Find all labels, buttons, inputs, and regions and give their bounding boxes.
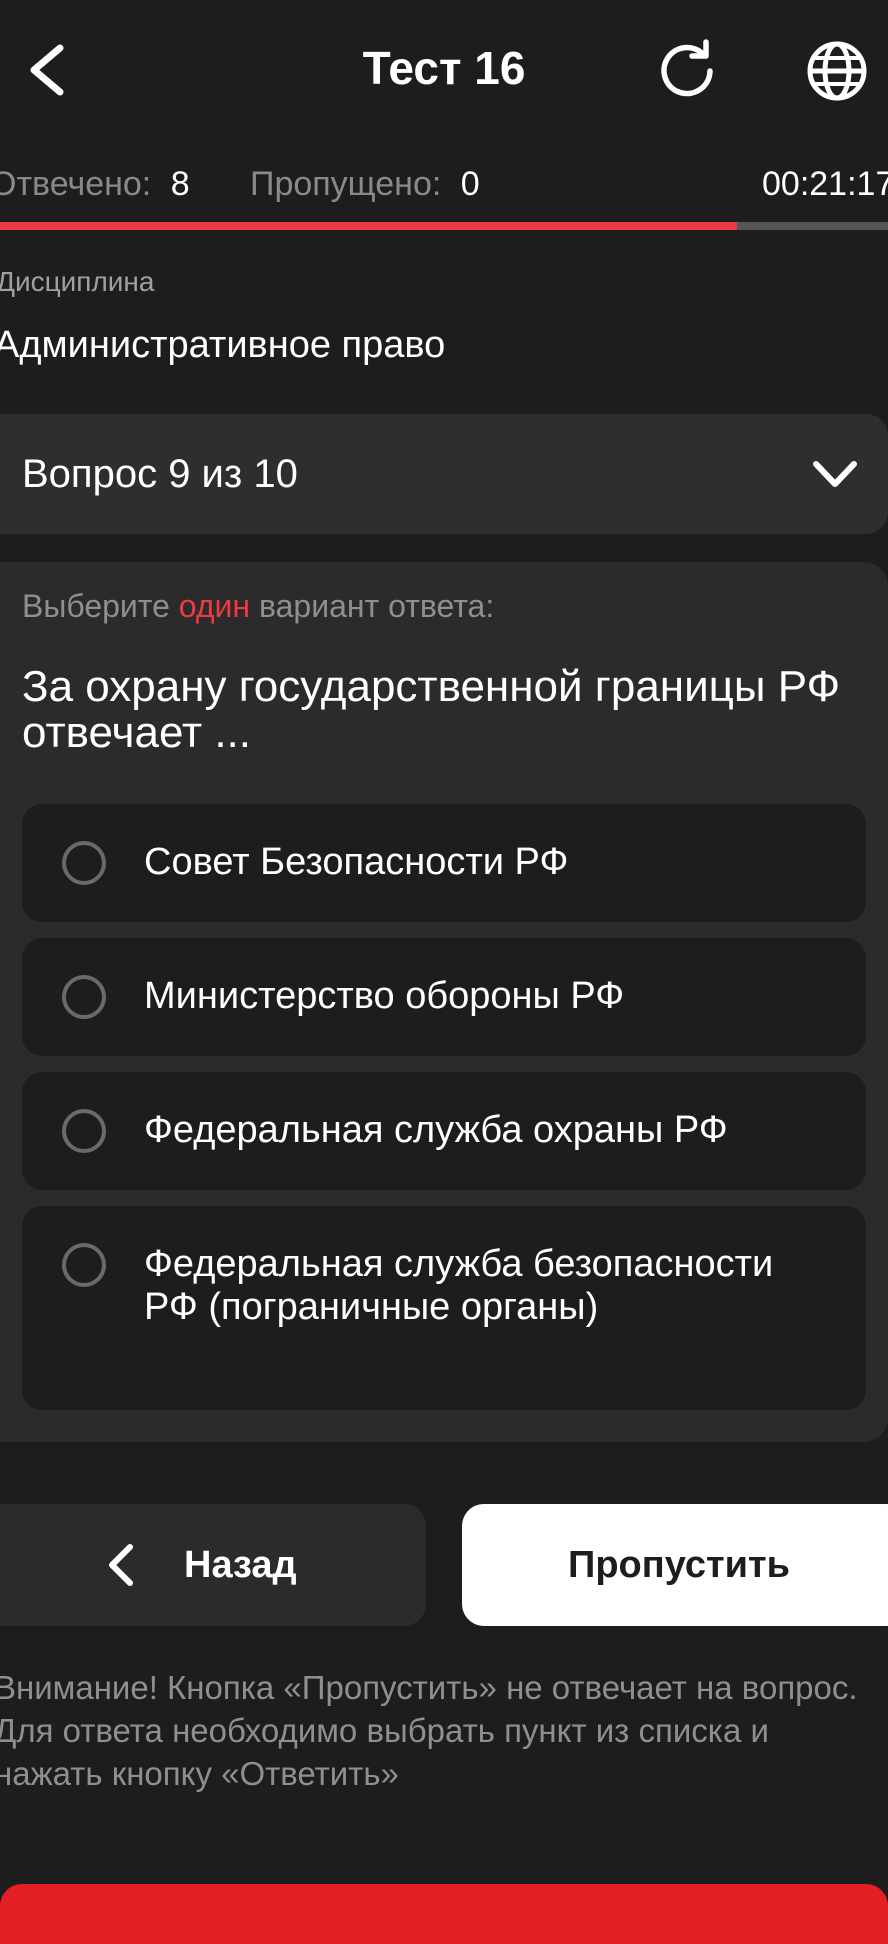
answer-instruction: Выберите один вариант ответа: bbox=[22, 588, 494, 625]
discipline-value: Административное право bbox=[0, 324, 446, 366]
answer-option[interactable]: Совет Безопасности РФ bbox=[22, 804, 866, 922]
answered-value: 8 bbox=[170, 165, 190, 203]
answer-option[interactable]: Федеральная служба безопасности РФ (погр… bbox=[22, 1206, 866, 1410]
skipped-label: Пропущено: bbox=[250, 165, 442, 203]
instruction-text: Выберите bbox=[22, 588, 170, 624]
answer-option-label: Министерство обороны РФ bbox=[144, 975, 625, 1017]
answer-option-label: Совет Безопасности РФ bbox=[144, 841, 569, 883]
answered-label: Отвечено: bbox=[0, 165, 152, 203]
globe-icon bbox=[807, 41, 867, 101]
back-button[interactable]: Назад bbox=[0, 1504, 426, 1626]
answer-option[interactable]: Министерство обороны РФ bbox=[22, 938, 866, 1056]
question-selector[interactable]: Вопрос 9 из 10 bbox=[0, 414, 888, 534]
progress-fill bbox=[0, 222, 738, 230]
instruction-accent: один bbox=[178, 588, 251, 624]
answer-option-label: Федеральная служба безопасности РФ (погр… bbox=[144, 1243, 774, 1328]
skip-notice: Внимание! Кнопка «Пропустить» не отвечае… bbox=[0, 1669, 858, 1792]
answer-option[interactable]: Федеральная служба охраны РФ bbox=[22, 1072, 866, 1190]
back-button-label: Назад bbox=[184, 1544, 297, 1586]
skipped-value: 0 bbox=[460, 165, 480, 203]
answer-option-label: Федеральная служба охраны РФ bbox=[144, 1109, 728, 1151]
timer: 00:21:17 bbox=[762, 165, 888, 203]
answer-action-bar[interactable] bbox=[0, 1884, 888, 1944]
radio-button[interactable] bbox=[62, 1243, 106, 1287]
question-text: За охрану государственной границы РФ отв… bbox=[22, 662, 841, 757]
answered-stat: Отвечено: 8 bbox=[0, 160, 190, 208]
refresh-button[interactable] bbox=[650, 34, 724, 108]
radio-button[interactable] bbox=[62, 1109, 106, 1153]
radio-button[interactable] bbox=[62, 841, 106, 885]
skip-button[interactable]: Пропустить bbox=[462, 1504, 888, 1626]
language-button[interactable] bbox=[800, 34, 874, 108]
page-title: Тест 16 bbox=[362, 42, 526, 94]
radio-button[interactable] bbox=[62, 975, 106, 1019]
skip-button-label: Пропустить bbox=[568, 1544, 790, 1586]
refresh-icon bbox=[661, 39, 713, 97]
skipped-stat: Пропущено: 0 bbox=[250, 160, 480, 208]
chevron-left-icon bbox=[109, 1544, 133, 1586]
discipline-label: Дисциплина bbox=[0, 266, 155, 297]
question-number: Вопрос 9 из 10 bbox=[22, 452, 298, 496]
instruction-text: вариант ответа: bbox=[258, 588, 495, 624]
progress-bar bbox=[0, 222, 888, 230]
chevron-down-icon bbox=[813, 461, 857, 487]
